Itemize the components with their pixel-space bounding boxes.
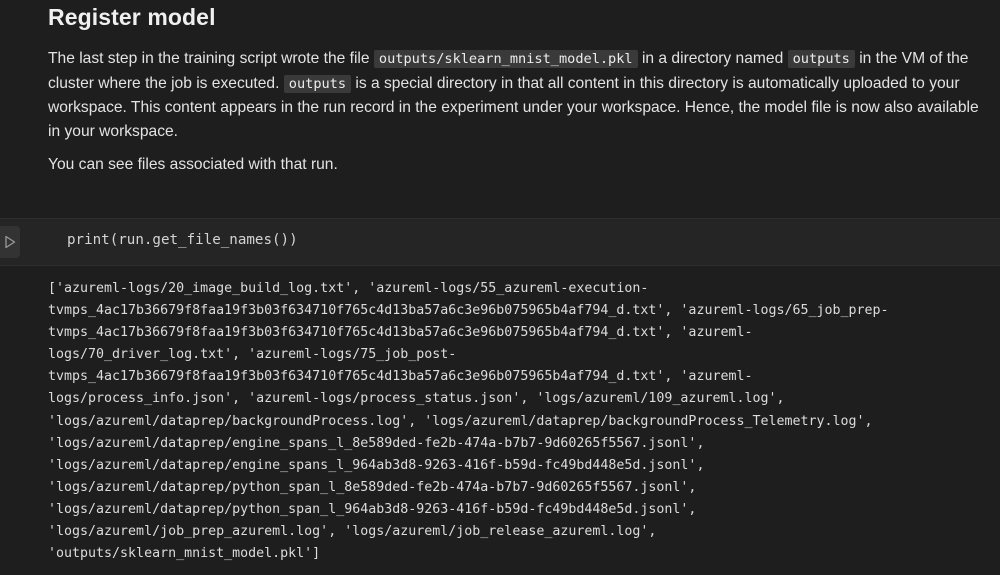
paragraph-text: in a directory named: [637, 50, 788, 67]
output-line: logs/70_driver_log.txt', 'azureml-logs/7…: [48, 347, 457, 363]
output-line: logs/process_info.json', 'azureml-logs/p…: [48, 391, 785, 407]
output-line: tvmps_4ac17b36679f8faa19f3b03f634710f765…: [48, 303, 889, 319]
paragraph-text: The last step in the training script wro…: [48, 50, 374, 67]
code-cell[interactable]: print(run.get_file_names()): [0, 218, 1000, 266]
code-editor[interactable]: print(run.get_file_names()): [67, 232, 298, 248]
output-line: 'logs/azureml/dataprep/backgroundProcess…: [48, 413, 873, 429]
output-line: tvmps_4ac17b36679f8faa19f3b03f634710f765…: [48, 369, 753, 385]
output-line: 'logs/azureml/job_prep_azureml.log', 'lo…: [48, 524, 657, 540]
output-line: 'outputs/sklearn_mnist_model.pkl']: [48, 546, 321, 562]
output-line: 'logs/azureml/dataprep/engine_spans_l_8e…: [48, 435, 705, 451]
markdown-cell[interactable]: Register model The last step in the trai…: [0, 0, 1000, 218]
output-line: 'logs/azureml/dataprep/python_span_l_8e5…: [48, 479, 697, 495]
output-line: tvmps_4ac17b36679f8faa19f3b03f634710f765…: [48, 325, 753, 341]
section-heading: Register model: [48, 4, 216, 30]
play-icon: [4, 235, 16, 249]
inline-code-model-file: outputs/sklearn_mnist_model.pkl: [373, 50, 638, 68]
output-line: ['azureml-logs/20_image_build_log.txt', …: [48, 281, 649, 296]
output-text: ['azureml-logs/20_image_build_log.txt', …: [48, 278, 993, 565]
files-paragraph: You can see files associated with that r…: [48, 156, 338, 173]
run-cell-button[interactable]: [0, 226, 20, 258]
output-line: 'logs/azureml/dataprep/engine_spans_l_96…: [48, 457, 705, 473]
cell-output: ['azureml-logs/20_image_build_log.txt', …: [0, 266, 1000, 575]
description-paragraph: The last step in the training script wro…: [48, 47, 988, 143]
inline-code-outputs: outputs: [283, 74, 352, 93]
output-line: 'logs/azureml/dataprep/python_span_l_964…: [48, 501, 697, 517]
inline-code-outputs: outputs: [787, 50, 855, 68]
